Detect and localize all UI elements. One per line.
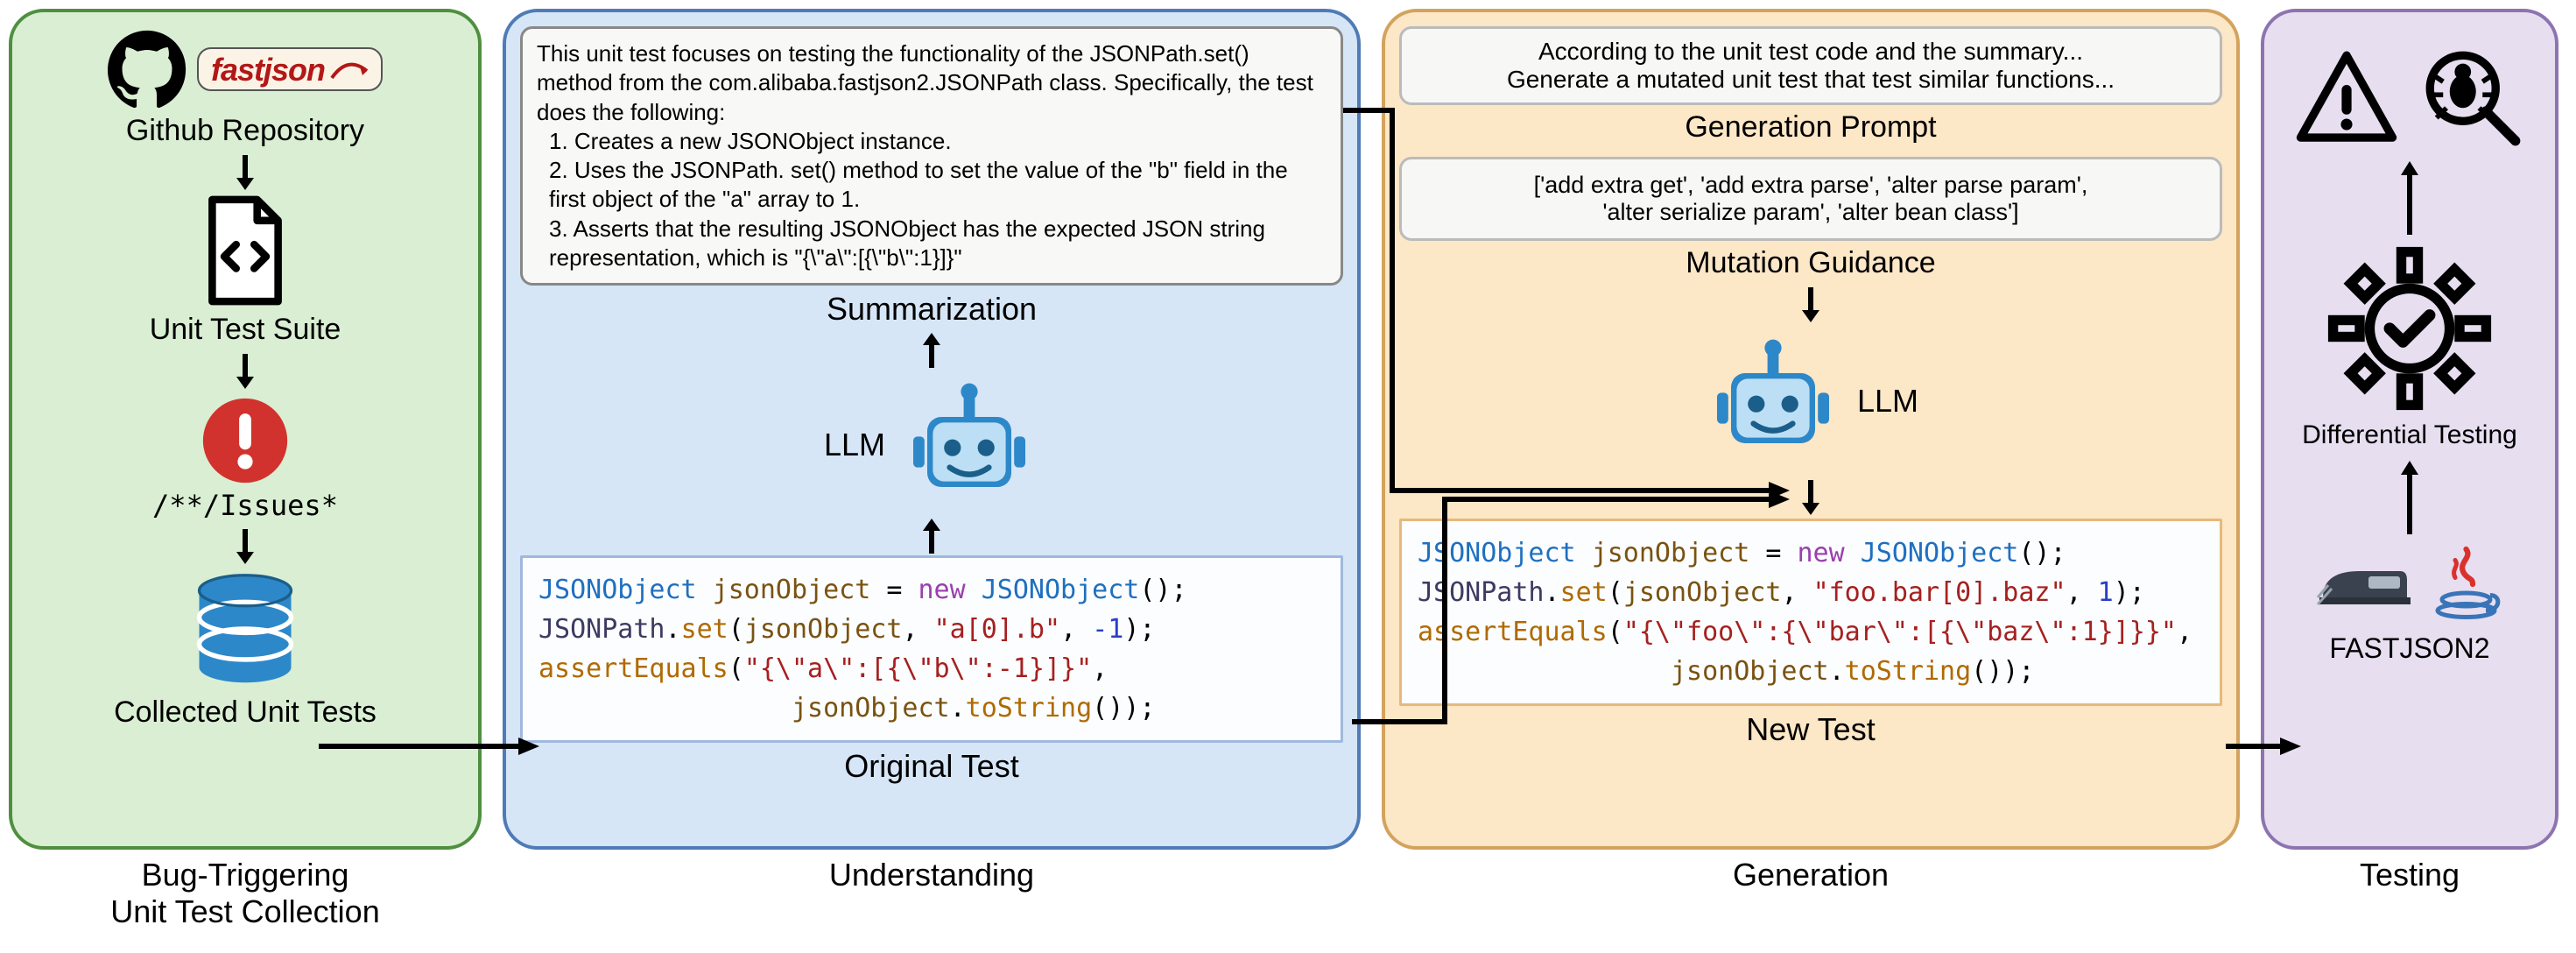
llm-robot-icon [899, 375, 1039, 515]
panel-collection: fastjson Github Repository Unit Test Sui… [9, 9, 482, 850]
arrow-down-icon [228, 352, 263, 391]
prompt-line: Generate a mutated unit test that test s… [1507, 66, 2115, 93]
llm-block: LLM [824, 375, 1039, 515]
arrow-down-icon [228, 153, 263, 192]
stage4-caption: Testing [2261, 857, 2558, 930]
arrow-down-icon [228, 527, 263, 566]
repo-icons-row: fastjson [108, 30, 383, 109]
diff-testing-label: Differential Testing [2302, 420, 2517, 450]
llm-label: LLM [1857, 383, 1918, 420]
exclamation-icon [197, 392, 293, 489]
summary-line: 1. Creates a new JSONObject instance. [537, 127, 1327, 156]
stage2-caption: Understanding [503, 857, 1361, 930]
summary-line: 3. Asserts that the resulting JSONObject… [537, 215, 1327, 273]
arrow-up-icon [2392, 459, 2427, 536]
panel-understanding: This unit test focuses on testing the fu… [503, 9, 1361, 850]
bug-magnifier-icon [2420, 46, 2525, 151]
arrow-up-icon [914, 517, 949, 555]
train-icon [2316, 554, 2412, 615]
fastjson2-row [2316, 545, 2503, 624]
prompt-line: According to the unit test code and the … [1538, 38, 2083, 65]
fastjson-wordmark: fastjson [211, 54, 325, 86]
original-test-label: Original Test [844, 748, 1018, 785]
summary-line: 2. Uses the JSONPath. set() method to se… [537, 156, 1327, 215]
summary-line: This unit test focuses on testing the fu… [537, 40, 1313, 125]
new-test-label: New Test [1746, 711, 1875, 748]
guidance-box: ['add extra get', 'add extra parse', 'al… [1399, 157, 2222, 241]
fastjson-swoosh-icon [330, 59, 369, 81]
panel-testing: Differential Testing FASTJSON2 [2261, 9, 2558, 850]
arrow-down-icon [1793, 286, 1828, 324]
original-test-code: JSONObject jsonObject = new JSONObject()… [520, 555, 1343, 743]
prompt-label: Generation Prompt [1685, 110, 1936, 145]
suite-label: Unit Test Suite [150, 313, 341, 347]
warning-triangle-icon [2294, 46, 2399, 151]
pipeline-stage: fastjson Github Repository Unit Test Sui… [9, 9, 2567, 850]
issues-path: /**/Issues* [152, 489, 338, 522]
database-icon [184, 568, 306, 690]
llm-label: LLM [824, 427, 885, 463]
summarization-label: Summarization [827, 291, 1037, 328]
guidance-label: Mutation Guidance [1686, 246, 1935, 280]
arrow-up-icon [2392, 159, 2427, 236]
github-icon [108, 30, 187, 109]
warning-bug-row [2294, 46, 2525, 151]
stage3-caption: Generation [1382, 857, 2240, 930]
prompt-box: According to the unit test code and the … [1399, 26, 2222, 105]
collected-label: Collected Unit Tests [114, 695, 377, 730]
caption-row: Bug-Triggering Unit Test Collection Unde… [9, 857, 2567, 930]
llm-robot-icon [1703, 331, 1843, 471]
panel-generation: According to the unit test code and the … [1382, 9, 2240, 850]
summary-box: This unit test focuses on testing the fu… [520, 26, 1343, 286]
arrow-down-icon [1793, 478, 1828, 517]
arrow-up-icon [914, 331, 949, 370]
fastjson-logo: fastjson [197, 47, 383, 91]
java-icon [2433, 545, 2503, 624]
llm-block: LLM [1703, 331, 1918, 471]
code-file-icon [197, 194, 293, 307]
stage1-caption: Bug-Triggering Unit Test Collection [9, 857, 482, 930]
repo-label: Github Repository [126, 114, 364, 148]
fastjson2-label: FASTJSON2 [2329, 632, 2489, 665]
new-test-code: JSONObject jsonObject = new JSONObject()… [1399, 519, 2222, 706]
gear-check-icon [2326, 245, 2493, 412]
